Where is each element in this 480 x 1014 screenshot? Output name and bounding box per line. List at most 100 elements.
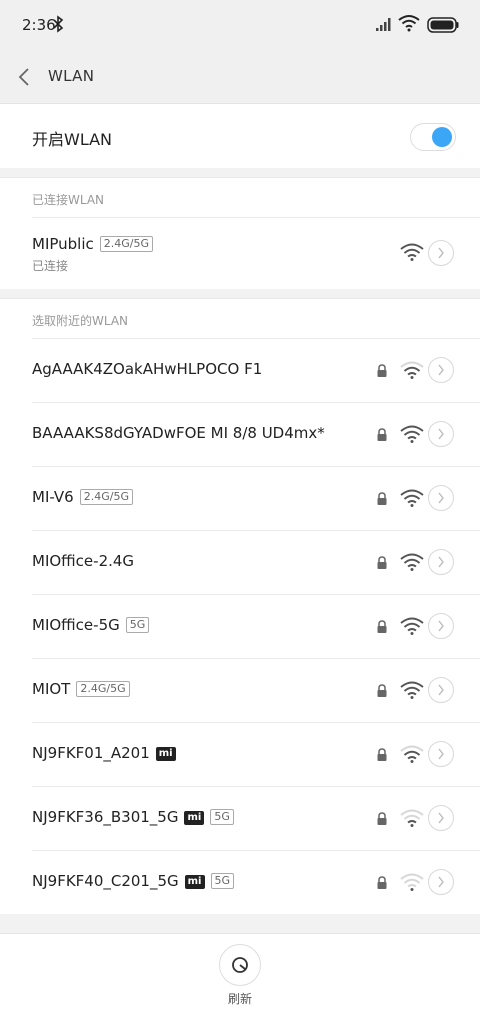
network-detail-button[interactable] (428, 805, 454, 831)
network-name: MIOffice-2.4G (32, 552, 135, 570)
switch-knob (432, 127, 452, 147)
lock-icon (377, 364, 387, 377)
network-detail-button[interactable] (428, 421, 454, 447)
status-time: 2:36 (22, 16, 56, 34)
band-tag: 5G (210, 873, 235, 889)
row-divider (32, 217, 480, 218)
lock-icon (377, 748, 387, 761)
band-tag: 5G (210, 809, 234, 825)
network-name: NJ9FKF40_C201_5G mi 5G (32, 872, 235, 890)
wlan-toggle-label: 开启WLAN (32, 130, 113, 149)
wifi-signal-icon (400, 745, 424, 763)
row-divider (32, 466, 480, 467)
network-row[interactable]: NJ9FKF40_C201_5G mi 5G (0, 850, 480, 914)
wifi-signal-icon (400, 489, 424, 507)
network-detail-button[interactable] (428, 677, 454, 703)
wifi-signal-icon (400, 809, 424, 827)
band-tag: 2.4G/5G (76, 681, 130, 697)
chevron-right-icon (438, 620, 444, 632)
network-row[interactable]: MIOffice-2.4G (0, 530, 480, 594)
wifi-signal-icon (400, 361, 424, 379)
chevron-right-icon (438, 748, 444, 760)
network-name: AgAAAK4ZOakAHwHLPOCO F1 (32, 360, 263, 378)
row-divider (32, 594, 480, 595)
cellular-signal-icon (376, 18, 391, 31)
wifi-signal-icon (400, 243, 424, 261)
network-row[interactable]: MIOffice-5G 5G (0, 594, 480, 658)
network-detail-button[interactable] (428, 357, 454, 383)
section-header-available: 选取附近的WLAN (0, 298, 480, 339)
refresh-button[interactable] (219, 944, 261, 986)
network-name: MIOffice-5G 5G (32, 616, 150, 634)
network-name: MIPublic 2.4G/5G (32, 235, 154, 253)
row-divider (32, 402, 480, 403)
wifi-signal-icon (400, 553, 424, 571)
battery-icon (427, 17, 459, 33)
section-title: 已连接WLAN (32, 193, 105, 207)
network-row[interactable]: NJ9FKF36_B301_5G mi 5G (0, 786, 480, 850)
band-tag: 5G (125, 617, 150, 633)
section-header-connected: 已连接WLAN (0, 177, 480, 218)
lock-icon (377, 428, 387, 441)
bottom-bar: 刷新 (0, 933, 480, 1014)
wifi-signal-icon (400, 617, 424, 635)
bluetooth-icon (53, 15, 64, 33)
band-tag: 2.4G/5G (99, 236, 154, 252)
wifi-signal-icon (400, 873, 424, 891)
network-row[interactable]: BAAAAKS8dGYADwFOE MI 8/8 UD4mx* (0, 402, 480, 466)
page-title: WLAN (48, 67, 95, 85)
chevron-right-icon (438, 428, 444, 440)
mi-tag: mi (155, 747, 176, 761)
lock-icon (377, 684, 387, 697)
network-detail-button[interactable] (428, 613, 454, 639)
chevron-right-icon (438, 556, 444, 568)
network-detail-button[interactable] (428, 549, 454, 575)
chevron-right-icon (438, 492, 444, 504)
wifi-signal-icon (400, 681, 424, 699)
chevron-right-icon (438, 812, 444, 824)
row-divider (32, 850, 480, 851)
network-name: NJ9FKF01_A201 mi (32, 744, 176, 762)
network-name: NJ9FKF36_B301_5G mi 5G (32, 808, 234, 826)
mi-tag: mi (184, 811, 205, 825)
wifi-signal-icon (400, 425, 424, 443)
chevron-right-icon (438, 876, 444, 888)
status-bar: 2:36 (0, 0, 480, 52)
row-divider (32, 338, 480, 339)
network-row[interactable]: MIOT 2.4G/5G (0, 658, 480, 722)
app-header: WLAN (0, 52, 480, 102)
row-divider (32, 530, 480, 531)
network-row[interactable]: AgAAAK4ZOakAHwHLPOCO F1 (0, 338, 480, 402)
connected-network-row[interactable]: MIPublic 2.4G/5G 已连接 (0, 217, 480, 289)
chevron-right-icon (438, 247, 444, 259)
network-row[interactable]: MI-V6 2.4G/5G (0, 466, 480, 530)
chevron-right-icon (438, 684, 444, 696)
lock-icon (377, 492, 387, 505)
wifi-status-icon (398, 15, 420, 32)
back-icon[interactable] (16, 66, 32, 88)
lock-icon (377, 876, 387, 889)
network-name: MI-V6 2.4G/5G (32, 488, 133, 506)
wlan-switch[interactable] (410, 123, 456, 151)
row-divider (32, 658, 480, 659)
lock-icon (377, 812, 387, 825)
network-row[interactable]: NJ9FKF01_A201 mi (0, 722, 480, 786)
network-detail-button[interactable] (428, 741, 454, 767)
network-detail-button[interactable] (428, 869, 454, 895)
band-tag: 2.4G/5G (79, 489, 133, 505)
network-name: BAAAAKS8dGYADwFOE MI 8/8 UD4mx* (32, 424, 325, 442)
network-detail-button[interactable] (428, 240, 454, 266)
network-name: MIOT 2.4G/5G (32, 680, 130, 698)
row-divider (32, 722, 480, 723)
network-detail-button[interactable] (428, 485, 454, 511)
connected-status: 已连接 (32, 259, 69, 273)
refresh-icon (232, 957, 248, 973)
chevron-right-icon (438, 364, 444, 376)
refresh-label: 刷新 (227, 992, 252, 1006)
lock-icon (377, 620, 387, 633)
mi-tag: mi (184, 875, 205, 889)
section-title: 选取附近的WLAN (32, 314, 129, 328)
row-divider (32, 786, 480, 787)
wlan-toggle-row: 开启WLAN (0, 103, 480, 168)
lock-icon (377, 556, 387, 569)
